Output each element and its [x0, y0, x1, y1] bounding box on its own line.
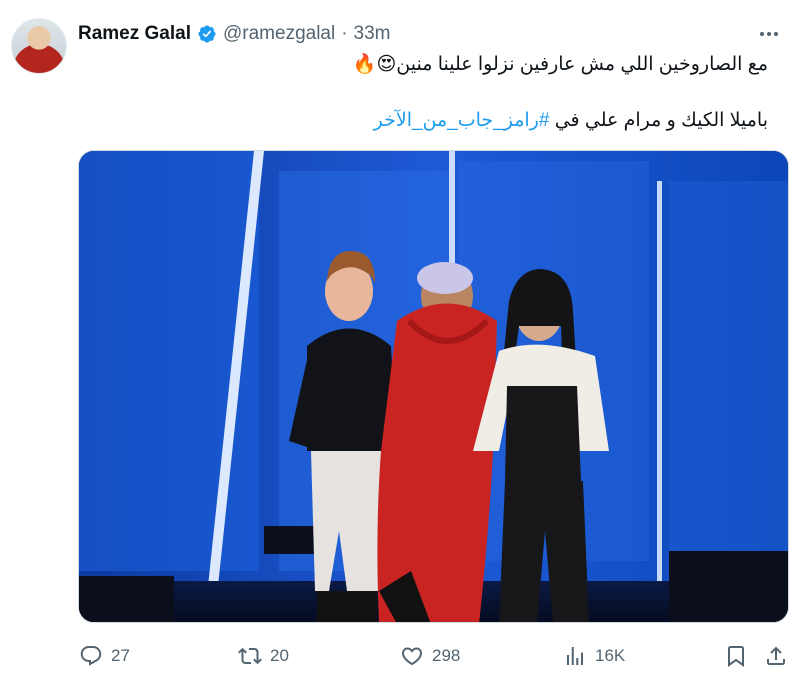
verified-badge-icon	[198, 25, 216, 43]
bookmark-button[interactable]	[724, 640, 748, 672]
like-button[interactable]: 298	[400, 640, 460, 672]
bookmark-icon	[728, 646, 744, 667]
views-button[interactable]: 16K	[563, 640, 625, 672]
views-icon	[567, 647, 583, 665]
author-handle[interactable]: @ramezgalal	[223, 22, 335, 46]
views-count: 16K	[595, 646, 626, 665]
timestamp[interactable]: 33m	[354, 22, 391, 46]
tweet-photo[interactable]	[78, 150, 789, 623]
like-count: 298	[432, 646, 461, 665]
separator-dot: ·	[341, 23, 348, 44]
reply-icon	[80, 646, 102, 666]
reply-count: 27	[111, 646, 130, 665]
photo-illustration	[79, 151, 788, 622]
like-icon	[401, 647, 423, 666]
more-icon[interactable]	[757, 24, 781, 44]
action-bar: 27 20 298 16K	[0, 640, 796, 672]
avatar[interactable]	[11, 18, 67, 74]
reply-button[interactable]: 27	[79, 640, 130, 672]
repost-icon	[238, 647, 262, 665]
hashtag-link[interactable]: #رامز_جاب_من_الآخر	[374, 110, 550, 131]
author-name[interactable]: Ramez Galal	[78, 22, 191, 46]
tweet-text-line-1: مع الصاروخين اللي مش عارفين نزلوا علينا …	[352, 54, 768, 75]
repost-button[interactable]: 20	[238, 640, 289, 672]
share-button[interactable]	[764, 640, 788, 672]
tweet: Ramez Galal @ramezgalal · 33m مع الصاروخ…	[0, 0, 796, 693]
tweet-text-line-2: باميلا الكيك و مرام علي في #رامز_جاب_من_…	[374, 108, 768, 134]
tweet-header: Ramez Galal @ramezgalal · 33m	[78, 22, 391, 46]
repost-count: 20	[270, 646, 289, 665]
share-icon	[767, 646, 785, 665]
tweet-text-prefix: باميلا الكيك و مرام علي في	[549, 110, 768, 131]
